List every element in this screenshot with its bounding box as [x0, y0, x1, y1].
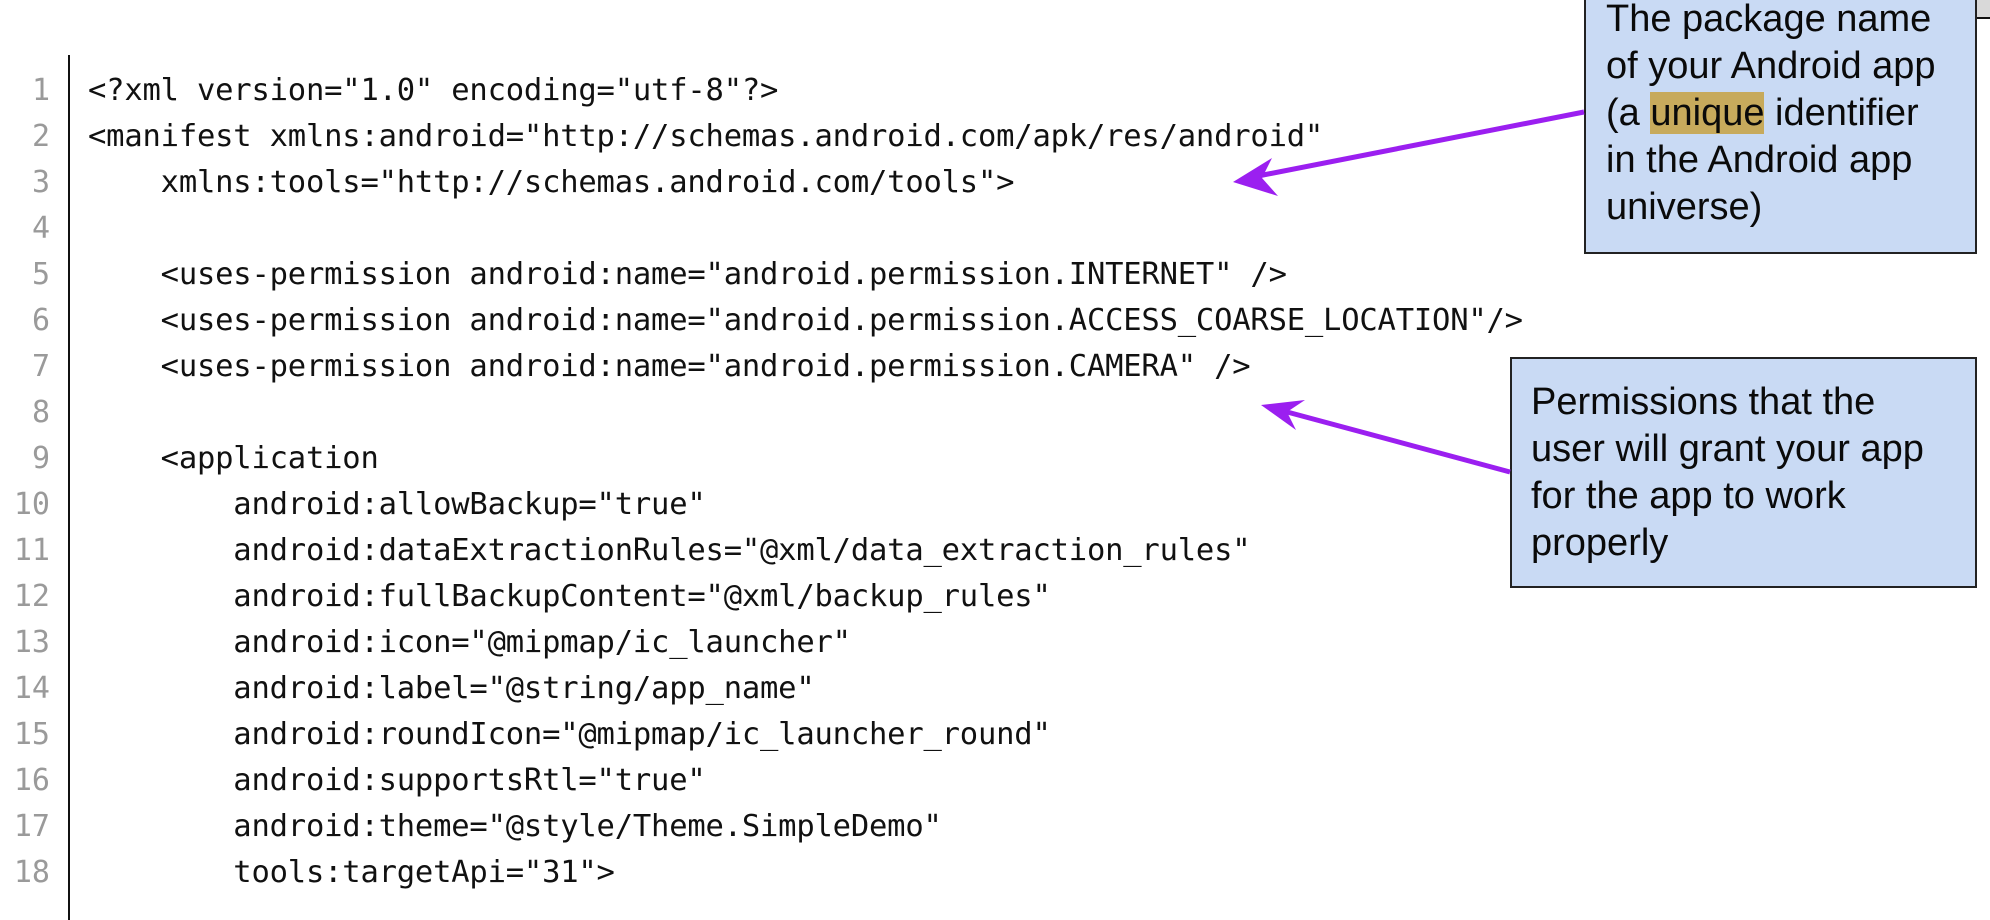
- arrow-permissions: [1261, 400, 1511, 475]
- annotation-arrows: [1233, 109, 1585, 475]
- arrow-package-name: [1233, 109, 1585, 196]
